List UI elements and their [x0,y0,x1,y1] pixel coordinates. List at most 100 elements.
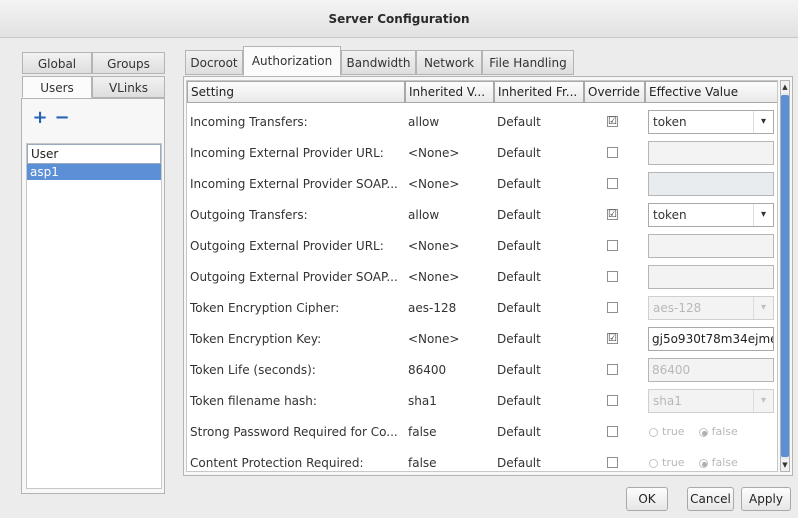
tab-network[interactable]: Network [416,50,482,75]
inherited-value: 86400 [408,363,447,377]
scroll-up-icon[interactable]: ▲ [781,81,789,93]
radio-false [698,427,708,437]
table-row[interactable]: Token Life (seconds): 86400 Default 8640… [187,355,777,385]
inherited-from: Default [497,332,541,346]
tab-vlinks[interactable]: VLinks [92,76,165,98]
inherited-value: allow [408,115,440,129]
setting-name: Token Life (seconds): [190,363,316,377]
cancel-button[interactable]: Cancel [687,487,734,511]
radio-true-label: true [662,456,685,469]
override-checkbox[interactable]: ☑ [607,116,618,127]
tab-users[interactable]: Users [22,76,92,98]
minus-icon[interactable]: − [54,109,70,127]
authorization-panel: Setting Inherited V... Inherited Fr... O… [183,76,793,476]
override-checkbox[interactable] [607,395,618,406]
setting-name: Token filename hash: [190,394,317,408]
user-list[interactable]: User asp1 [26,143,162,489]
table-row[interactable]: Incoming External Provider SOAP... <None… [187,169,777,199]
tab-groups[interactable]: Groups [92,52,165,74]
override-checkbox[interactable] [607,271,618,282]
scroll-down-icon[interactable]: ▼ [781,459,789,471]
inherited-value: false [408,456,437,470]
settings-table: Setting Inherited V... Inherited Fr... O… [186,80,778,472]
inherited-from: Default [497,146,541,160]
override-checkbox[interactable] [607,457,618,468]
override-checkbox[interactable] [607,178,618,189]
column-header-inherited-value[interactable]: Inherited V... [405,81,494,103]
table-row[interactable]: Incoming External Provider URL: <None> D… [187,138,777,168]
effective-value-field [648,172,774,196]
inherited-value: aes-128 [408,301,457,315]
ok-button[interactable]: OK [626,487,668,511]
tab-global[interactable]: Global [22,52,92,74]
override-checkbox[interactable] [607,302,618,313]
inherited-from: Default [497,270,541,284]
inherited-value: <None> [408,332,460,346]
column-header-effective-value[interactable]: Effective Value [645,81,777,103]
scrollbar-thumb[interactable] [781,95,789,457]
radio-false-label: false [711,456,738,469]
tab-authorization[interactable]: Authorization [243,46,341,76]
dropdown-value: token [653,208,687,222]
table-row[interactable]: Content Protection Required: false Defau… [187,448,777,471]
radio-true-label: true [662,425,685,438]
table-row[interactable]: Incoming Transfers: allow Default ☑ toke… [187,107,777,137]
boolean-radio-group: true false [649,448,738,471]
inherited-value: <None> [408,239,460,253]
list-item[interactable]: asp1 [27,164,161,180]
dropdown-value: sha1 [653,394,682,408]
setting-name: Content Protection Required: [190,456,364,470]
setting-name: Incoming External Provider URL: [190,146,384,160]
table-row[interactable]: Outgoing Transfers: allow Default ☑ toke… [187,200,777,230]
table-row[interactable]: Token Encryption Cipher: aes-128 Default… [187,293,777,323]
table-row[interactable]: Token Encryption Key: <None> Default ☑ g… [187,324,777,354]
inherited-from: Default [497,208,541,222]
table-row[interactable]: Strong Password Required for Co... false… [187,417,777,447]
chevron-down-icon: ▾ [753,297,773,319]
effective-value-dropdown[interactable]: token ▾ [648,110,774,134]
setting-name: Incoming External Provider SOAP... [190,177,398,191]
radio-true [649,427,658,437]
tab-file-handling[interactable]: File Handling [482,50,574,75]
column-header-override[interactable]: Override [584,81,645,103]
effective-value-field [648,141,774,165]
inherited-from: Default [497,301,541,315]
table-row[interactable]: Outgoing External Provider URL: <None> D… [187,231,777,261]
override-checkbox[interactable] [607,240,618,251]
override-checkbox[interactable]: ☑ [607,333,618,344]
vertical-scrollbar[interactable]: ▲ ▼ [780,80,790,472]
effective-value-field: 86400 [648,358,774,382]
token-key-input[interactable]: gj5o930t78m34ejme [648,327,774,351]
inherited-from: Default [497,363,541,377]
user-list-header[interactable]: User [27,144,161,164]
plus-icon[interactable]: + [32,109,48,127]
apply-button[interactable]: Apply [741,487,791,511]
setting-name: Strong Password Required for Co... [190,425,398,439]
setting-name: Token Encryption Cipher: [190,301,340,315]
inherited-value: <None> [408,146,460,160]
setting-name: Outgoing Transfers: [190,208,308,222]
inherited-value: <None> [408,270,460,284]
table-row[interactable]: Token filename hash: sha1 Default sha1 ▾ [187,386,777,416]
override-checkbox[interactable] [607,364,618,375]
table-row[interactable]: Outgoing External Provider SOAP... <None… [187,262,777,292]
column-header-inherited-from[interactable]: Inherited Fr... [494,81,584,103]
inherited-from: Default [497,394,541,408]
column-header-setting[interactable]: Setting [187,81,405,103]
inherited-value: sha1 [408,394,437,408]
override-checkbox[interactable]: ☑ [607,209,618,220]
radio-true [649,458,658,468]
dropdown-value: token [653,115,687,129]
setting-name: Token Encryption Key: [190,332,322,346]
inherited-from: Default [497,425,541,439]
effective-value-dropdown: aes-128 ▾ [648,296,774,320]
tab-docroot[interactable]: Docroot [185,50,243,75]
override-checkbox[interactable] [607,426,618,437]
inherited-from: Default [497,239,541,253]
chevron-down-icon[interactable]: ▾ [753,204,773,226]
effective-value-dropdown[interactable]: token ▾ [648,203,774,227]
override-checkbox[interactable] [607,147,618,158]
tab-bandwidth[interactable]: Bandwidth [341,50,416,75]
inherited-from: Default [497,177,541,191]
chevron-down-icon[interactable]: ▾ [753,111,773,133]
